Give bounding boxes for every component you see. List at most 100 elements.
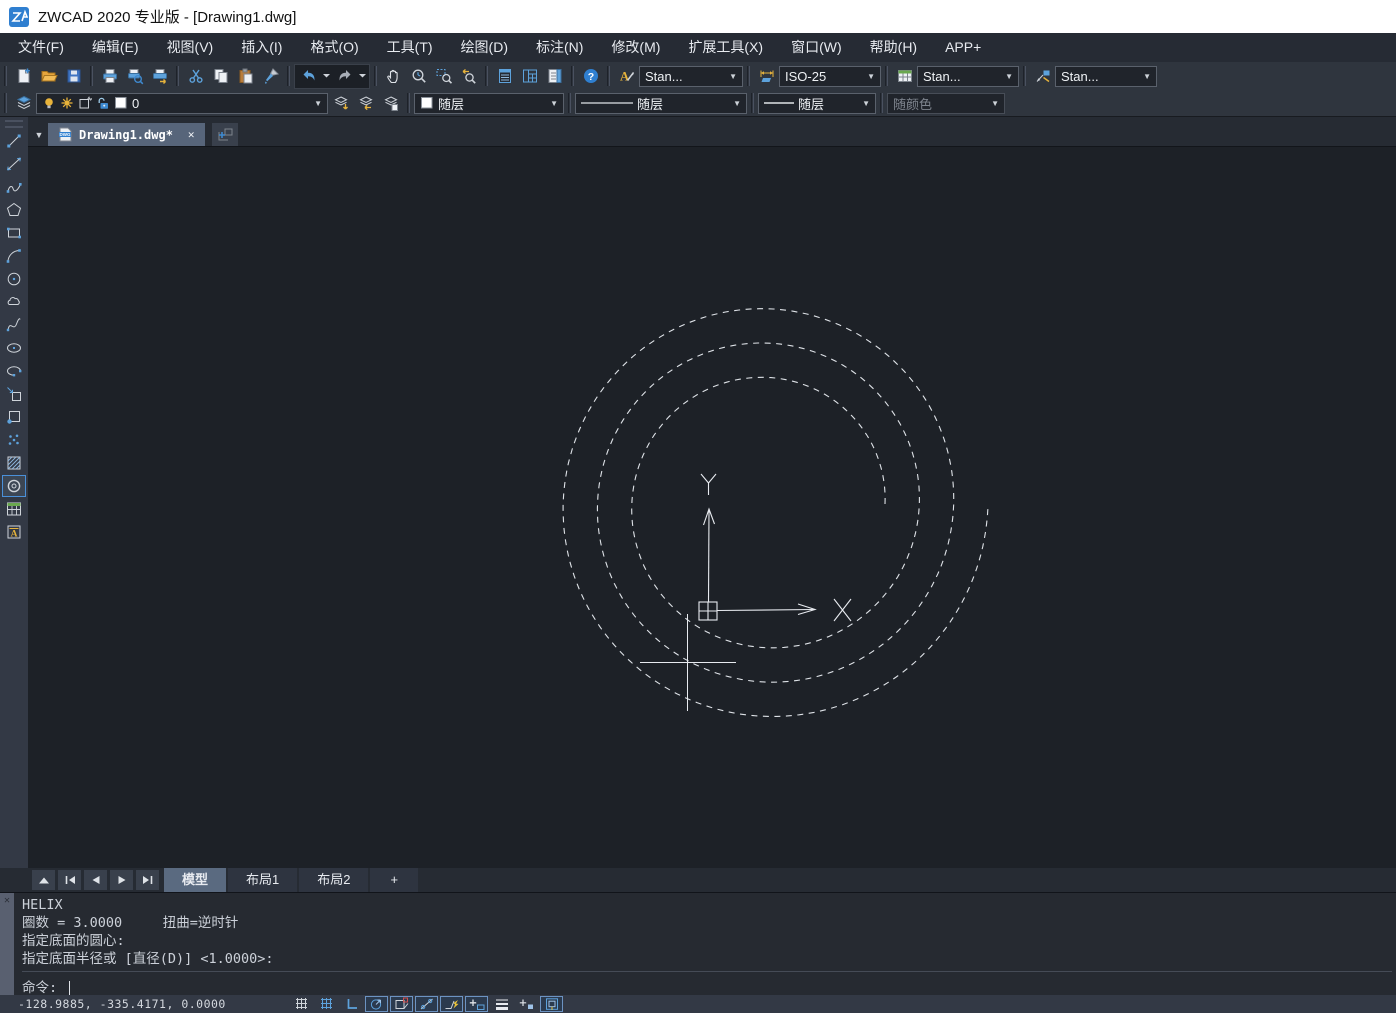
- polar-toggle-icon[interactable]: [365, 996, 388, 1012]
- menu-item-11[interactable]: 帮助(H): [856, 33, 931, 62]
- point-tool[interactable]: [2, 429, 26, 451]
- layer-select[interactable]: 0 ▼: [36, 93, 328, 114]
- text-style-select[interactable]: Stan...▼: [639, 66, 743, 87]
- layer-plot-icon[interactable]: [78, 96, 92, 110]
- close-icon[interactable]: ✕: [0, 895, 14, 906]
- new-document-button[interactable]: [212, 123, 238, 146]
- close-icon[interactable]: ✕: [188, 128, 195, 141]
- layer-on-bulb-icon[interactable]: [42, 96, 56, 110]
- paste-icon[interactable]: [233, 65, 258, 88]
- menu-item-1[interactable]: 编辑(E): [78, 33, 153, 62]
- command-window[interactable]: ✕ HELIX圈数 = 3.0000 扭曲=逆时针指定底面的圆心:指定底面半径或…: [0, 892, 1396, 995]
- menu-item-10[interactable]: 窗口(W): [777, 33, 856, 62]
- circle-tool[interactable]: [2, 268, 26, 290]
- rectangle-tool[interactable]: [2, 222, 26, 244]
- tabbar-expand-icon[interactable]: [32, 870, 55, 890]
- print-icon[interactable]: [97, 65, 122, 88]
- design-center-icon[interactable]: [517, 65, 542, 88]
- snap-toggle-icon[interactable]: [290, 996, 313, 1012]
- table-tool[interactable]: [2, 498, 26, 520]
- spline-tool[interactable]: [2, 314, 26, 336]
- linetype-select[interactable]: 随层 ▼: [575, 93, 747, 114]
- plot-icon[interactable]: [147, 65, 172, 88]
- hatch-tool[interactable]: [2, 452, 26, 474]
- redo-button[interactable]: [332, 65, 357, 88]
- undo-button[interactable]: [296, 65, 321, 88]
- add-layout-button[interactable]: +: [370, 868, 418, 892]
- make-block-tool[interactable]: [2, 406, 26, 428]
- first-tab-icon[interactable]: [58, 870, 81, 890]
- menu-item-5[interactable]: 工具(T): [373, 33, 447, 62]
- table-style-icon[interactable]: [892, 65, 917, 88]
- zoom-realtime-icon[interactable]: [406, 65, 431, 88]
- tool-palettes-icon[interactable]: [542, 65, 567, 88]
- layer-states-icon[interactable]: [378, 92, 403, 115]
- text-style-icon[interactable]: A: [614, 65, 639, 88]
- save-icon[interactable]: [61, 65, 86, 88]
- cycle-select-toggle-icon[interactable]: [540, 996, 563, 1012]
- layer-freeze-icon[interactable]: [60, 96, 74, 110]
- layer-lock-icon[interactable]: [96, 96, 110, 110]
- dynamic-ucs-toggle-icon[interactable]: [440, 996, 463, 1012]
- cut-icon[interactable]: [183, 65, 208, 88]
- match-properties-icon[interactable]: [258, 65, 283, 88]
- construction-line-tool[interactable]: [2, 153, 26, 175]
- mleader-style-select[interactable]: Stan...▼: [1055, 66, 1157, 87]
- revision-cloud-tool[interactable]: [2, 291, 26, 313]
- zoom-window-icon[interactable]: [431, 65, 456, 88]
- help-icon[interactable]: ?: [578, 65, 603, 88]
- ellipse-tool[interactable]: [2, 337, 26, 359]
- prev-tab-icon[interactable]: [84, 870, 107, 890]
- menu-item-12[interactable]: APP+: [931, 33, 995, 62]
- menu-item-8[interactable]: 修改(M): [597, 33, 674, 62]
- ortho-toggle-icon[interactable]: [340, 996, 363, 1012]
- dim-style-icon[interactable]: [754, 65, 779, 88]
- dim-style-select[interactable]: ISO-25▼: [779, 66, 881, 87]
- ellipse-arc-tool[interactable]: [2, 360, 26, 382]
- copy-icon[interactable]: [208, 65, 233, 88]
- open-icon[interactable]: [36, 65, 61, 88]
- layer-previous-icon[interactable]: [353, 92, 378, 115]
- menu-item-7[interactable]: 标注(N): [522, 33, 597, 62]
- otrack-toggle-icon[interactable]: [415, 996, 438, 1012]
- color-select[interactable]: 随层 ▼: [414, 93, 564, 114]
- lineweight-select[interactable]: 随层 ▼: [758, 93, 876, 114]
- new-file-icon[interactable]: [11, 65, 36, 88]
- toolbar-grip[interactable]: [5, 120, 23, 128]
- drawing-canvas[interactable]: [28, 146, 1396, 868]
- table-style-select[interactable]: Stan...▼: [917, 66, 1019, 87]
- tab-list-icon[interactable]: ▼: [30, 123, 48, 146]
- command-window-handle[interactable]: ✕: [0, 893, 14, 995]
- layout-tab-1[interactable]: 布局1: [228, 868, 297, 892]
- command-input[interactable]: 命令:: [22, 971, 1392, 996]
- layout-tab-2[interactable]: 布局2: [299, 868, 368, 892]
- transparency-toggle-icon[interactable]: [515, 996, 538, 1012]
- layer-manager-icon[interactable]: [11, 92, 36, 115]
- print-preview-icon[interactable]: [122, 65, 147, 88]
- make-current-layer-icon[interactable]: [328, 92, 353, 115]
- layout-tab-0[interactable]: 模型: [164, 868, 226, 892]
- menu-item-0[interactable]: 文件(F): [4, 33, 78, 62]
- menu-item-3[interactable]: 插入(I): [227, 33, 296, 62]
- polygon-tool[interactable]: [2, 199, 26, 221]
- polyline-tool[interactable]: [2, 176, 26, 198]
- menu-item-6[interactable]: 绘图(D): [447, 33, 522, 62]
- menu-item-4[interactable]: 格式(O): [296, 33, 372, 62]
- undo-dropdown-icon[interactable]: [321, 65, 332, 88]
- arc-tool[interactable]: [2, 245, 26, 267]
- dynamic-input-toggle-icon[interactable]: [465, 996, 488, 1012]
- mleader-style-icon[interactable]: [1030, 65, 1055, 88]
- osnap-toggle-icon[interactable]: [390, 996, 413, 1012]
- mtext-tool[interactable]: A: [2, 521, 26, 543]
- next-tab-icon[interactable]: [110, 870, 133, 890]
- lineweight-display-toggle-icon[interactable]: [490, 996, 513, 1012]
- menu-item-9[interactable]: 扩展工具(X): [674, 33, 777, 62]
- donut-tool[interactable]: [2, 475, 26, 497]
- properties-icon[interactable]: [492, 65, 517, 88]
- pan-icon[interactable]: [381, 65, 406, 88]
- zoom-previous-icon[interactable]: [456, 65, 481, 88]
- redo-dropdown-icon[interactable]: [357, 65, 368, 88]
- document-tab-drawing1[interactable]: DWG Drawing1.dwg* ✕: [48, 123, 205, 146]
- last-tab-icon[interactable]: [136, 870, 159, 890]
- menu-item-2[interactable]: 视图(V): [153, 33, 228, 62]
